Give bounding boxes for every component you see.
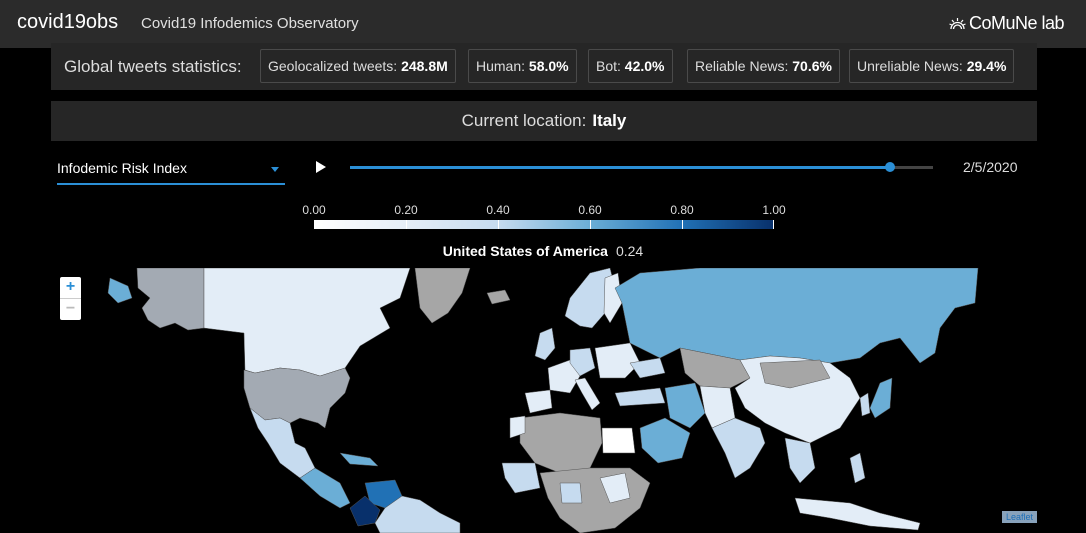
zoom-out-button[interactable]: −: [60, 298, 81, 320]
metric-select[interactable]: Infodemic Risk Index: [57, 155, 285, 185]
stat-label: Human:: [476, 58, 526, 74]
stat-value: 58.0%: [528, 58, 569, 74]
metric-select-value: Infodemic Risk Index: [57, 160, 187, 176]
country-japan[interactable]: [869, 377, 893, 419]
scale-tick-label: 0.40: [486, 203, 510, 217]
country-philippines[interactable]: [849, 452, 866, 484]
stat-label: Geolocalized tweets:: [268, 58, 398, 74]
map-attribution[interactable]: Leaflet: [1001, 511, 1037, 523]
global-stats-panel: Global tweets statistics: Geolocalized t…: [51, 43, 1037, 90]
color-scale: [314, 220, 774, 229]
country-southeast-asia[interactable]: [784, 437, 816, 484]
country-finland[interactable]: [603, 272, 623, 324]
stat-label: Unreliable News:: [857, 58, 963, 74]
country-alaska[interactable]: [136, 268, 205, 331]
site-subtitle: Covid19 Infodemics Observatory: [141, 15, 359, 32]
stat-value: 70.6%: [792, 58, 832, 74]
scale-tick: [498, 220, 499, 229]
hover-value: 0.24: [615, 243, 644, 259]
current-date: 2/5/2020: [963, 159, 1018, 175]
country-russia[interactable]: [614, 268, 979, 364]
slider-fill: [350, 166, 891, 169]
color-scale-bar: [314, 220, 774, 229]
dropdown-caret-icon: [271, 167, 279, 172]
country-india[interactable]: [711, 417, 766, 479]
country-uk[interactable]: [534, 327, 556, 361]
country-korea[interactable]: [859, 392, 871, 417]
country-saudi-arabia[interactable]: [639, 417, 691, 464]
country-turkey[interactable]: [614, 387, 666, 407]
scale-tick-label: 0.80: [670, 203, 694, 217]
scale-tick-label: 1.00: [762, 203, 786, 217]
stat-bot: Bot: 42.0%: [588, 49, 673, 83]
hover-country: United States of America: [442, 243, 608, 259]
stat-value: 42.0%: [624, 58, 665, 74]
org-name: CoMuNe lab: [968, 13, 1065, 33]
zoom-control: + −: [60, 277, 81, 320]
stat-value: 29.4%: [966, 58, 1007, 74]
country-cuba[interactable]: [339, 452, 379, 467]
scale-tick-label: 0.20: [394, 203, 418, 217]
stat-unreliable-news: Unreliable News: 29.4%: [849, 49, 1015, 83]
play-icon[interactable]: [316, 161, 326, 173]
comune-logo-icon: [949, 18, 966, 30]
scale-tick-label: 0.00: [302, 203, 326, 217]
location-value: Italy: [592, 111, 627, 130]
org-logo[interactable]: CoMuNe lab: [949, 13, 1065, 34]
scale-tick-label: 0.60: [578, 203, 602, 217]
stat-value: 248.8M: [401, 58, 448, 74]
country-indonesia[interactable]: [794, 497, 921, 531]
country-west-africa[interactable]: [501, 462, 541, 494]
location-label: Current location:: [461, 111, 587, 130]
zoom-in-button[interactable]: +: [60, 277, 81, 298]
country-italy[interactable]: [574, 377, 601, 411]
scale-tick: [406, 220, 407, 229]
country-spain[interactable]: [524, 389, 553, 414]
top-bar: covid19obs Covid19 Infodemics Observator…: [0, 0, 1086, 48]
hover-info: United States of America 0.24: [0, 243, 1086, 259]
current-location-panel: Current location: Italy: [51, 101, 1037, 141]
country-iran[interactable]: [664, 382, 706, 429]
scale-tick: [682, 220, 683, 229]
date-slider[interactable]: [350, 162, 933, 172]
stat-reliable-news: Reliable News: 70.6%: [687, 49, 840, 83]
country-canada[interactable]: [203, 268, 411, 377]
country-alaska-islands[interactable]: [107, 277, 133, 304]
stat-human: Human: 58.0%: [468, 49, 577, 83]
scale-tick: [590, 220, 591, 229]
stat-geolocalized-tweets: Geolocalized tweets: 248.8M: [260, 49, 456, 83]
country-eastern-europe[interactable]: [594, 342, 641, 379]
slider-thumb[interactable]: [885, 162, 896, 172]
scale-tick: [773, 220, 774, 229]
stat-label: Reliable News:: [695, 58, 789, 74]
brand-title[interactable]: covid19obs: [17, 11, 118, 34]
country-iceland[interactable]: [486, 289, 511, 305]
stats-label: Global tweets statistics:: [64, 57, 242, 76]
country-egypt[interactable]: [601, 427, 636, 454]
country-nigeria[interactable]: [559, 482, 583, 504]
country-greenland[interactable]: [414, 268, 471, 324]
world-map[interactable]: [0, 268, 1086, 533]
stat-label: Bot:: [596, 58, 621, 74]
choropleth-map[interactable]: [0, 268, 1086, 533]
country-central-east-africa[interactable]: [539, 467, 651, 533]
country-central-america[interactable]: [299, 467, 351, 509]
